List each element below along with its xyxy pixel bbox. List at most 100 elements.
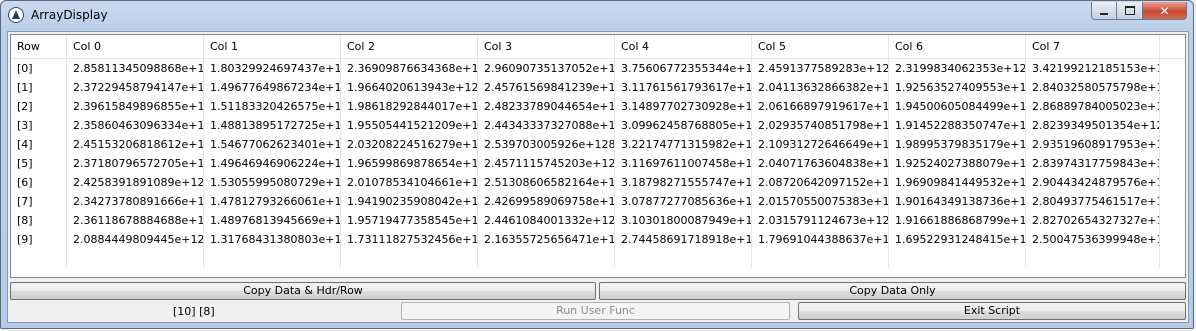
- table-cell: 1.54677062623401e+128: [204, 135, 341, 154]
- table-cell: 2.02935740851798e+128: [752, 116, 889, 135]
- table-cell: 3.10301800087949e+128: [615, 211, 752, 230]
- empty-row: [11, 249, 1185, 268]
- empty-cell: [889, 249, 1026, 268]
- table-cell: 1.96909841449532e+128: [889, 173, 1026, 192]
- column-header[interactable]: Col 3: [478, 35, 615, 58]
- table-cell: 2.96090735137052e+128: [478, 59, 615, 78]
- table-cell: 2.50047536399948e+128: [1026, 230, 1160, 249]
- table-cell: 1.98618292844017e+128: [341, 97, 478, 116]
- table-cell: 1.96599869878654e+128: [341, 154, 478, 173]
- table-cell: 2.44343337327088e+128: [478, 116, 615, 135]
- table-cell: 1.48813895172725e+128: [204, 116, 341, 135]
- table-cell: 2.0884449809445e+128: [67, 230, 204, 249]
- table-cell: 2.39615849896855e+128: [67, 97, 204, 116]
- empty-cell: [478, 249, 615, 268]
- table-cell: 1.48976813945669e+128: [204, 211, 341, 230]
- header-row: Row Col 0 Col 1 Col 2 Col 3 Col 4 Col 5 Col 6 Co…: [11, 35, 1185, 59]
- column-header[interactable]: Col 5: [752, 35, 889, 58]
- table-cell: 1.80329924697437e+128: [204, 59, 341, 78]
- table-cell: 1.53055995080729e+128: [204, 173, 341, 192]
- row-index-cell: [1]: [11, 78, 67, 97]
- row-index-cell: [8]: [11, 211, 67, 230]
- table-cell: 3.11761561793617e+128: [615, 78, 752, 97]
- table-row[interactable]: [8] 2.36118678884688e+128 1.48976813945669…: [11, 211, 1185, 230]
- table-cell: 1.9664020613943e+128: [341, 78, 478, 97]
- table-cell: 3.18798271555747e+128: [615, 173, 752, 192]
- column-header[interactable]: Row: [11, 35, 67, 58]
- exit-script-button[interactable]: Exit Script: [798, 302, 1186, 320]
- table-cell: 3.22174771315982e+128: [615, 135, 752, 154]
- table-cell: 1.69522931248415e+128: [889, 230, 1026, 249]
- column-header[interactable]: Col 6: [889, 35, 1026, 58]
- row-index-cell: [6]: [11, 173, 67, 192]
- caption-buttons: ✕: [1091, 2, 1187, 21]
- column-header[interactable]: Col 4: [615, 35, 752, 58]
- column-header[interactable]: Col 1: [204, 35, 341, 58]
- table-cell: 1.79691044388637e+128: [752, 230, 889, 249]
- table-cell: 3.09962458768805e+128: [615, 116, 752, 135]
- table-cell: 2.06166897919617e+128: [752, 97, 889, 116]
- table-cell: 2.34273780891666e+128: [67, 192, 204, 211]
- close-button[interactable]: ✕: [1143, 2, 1187, 20]
- table-cell: 1.98995379835179e+128: [889, 135, 1026, 154]
- table-row[interactable]: [2] 2.39615849896855e+128 1.51183320426575…: [11, 97, 1185, 116]
- table-cell: 2.82702654327327e+128: [1026, 211, 1160, 230]
- maximize-icon: [1124, 6, 1135, 15]
- table-row[interactable]: [1] 2.37229458794147e+128 1.49677649867234…: [11, 78, 1185, 97]
- empty-cell: [204, 249, 341, 268]
- window-title: ArrayDisplay: [31, 8, 108, 22]
- table-row[interactable]: [7] 2.34273780891666e+128 1.47812793266061…: [11, 192, 1185, 211]
- table-row[interactable]: [0] 2.85811345098868e+128 1.80329924697437…: [11, 59, 1185, 78]
- table-cell: 2.4571115745203e+128: [478, 154, 615, 173]
- minimize-icon: [1100, 12, 1108, 15]
- column-header[interactable]: Col 2: [341, 35, 478, 58]
- table-cell: 2.8239349501354e+128: [1026, 116, 1160, 135]
- table-row[interactable]: [3] 2.35860463096334e+128 1.48813895172725…: [11, 116, 1185, 135]
- copy-data-hdr-row-button[interactable]: Copy Data & Hdr/Row: [10, 282, 596, 300]
- maximize-button[interactable]: [1117, 2, 1143, 20]
- column-header[interactable]: Col 7: [1026, 35, 1160, 58]
- minimize-button[interactable]: [1091, 2, 1117, 20]
- array-display-window: ArrayDisplay ✕ Row Col 0 Col 1 Col 2 Col 3 Co…: [0, 0, 1194, 329]
- table-cell: 1.92524027388079e+128: [889, 154, 1026, 173]
- table-cell: 2.4591377589283e+128: [752, 59, 889, 78]
- table-cell: 2.4461084001332e+128: [478, 211, 615, 230]
- table-cell: 2.01078534104661e+128: [341, 173, 478, 192]
- table-row[interactable]: [9] 2.0884449809445e+128 1.31768431380803e…: [11, 230, 1185, 249]
- table-cell: 1.73111827532456e+128: [341, 230, 478, 249]
- title-bar[interactable]: ArrayDisplay ✕: [1, 1, 1193, 31]
- table-row[interactable]: [4] 2.45153206818612e+128 1.54677062623401…: [11, 135, 1185, 154]
- table-cell: 2.04113632866382e+128: [752, 78, 889, 97]
- table-cell: 1.92563527409553e+128: [889, 78, 1026, 97]
- empty-cell: [11, 249, 67, 268]
- empty-cell: [752, 249, 889, 268]
- table-cell: 2.93519608917953e+128: [1026, 135, 1160, 154]
- empty-cell: [341, 249, 478, 268]
- table-cell: 2.80493775461517e+128: [1026, 192, 1160, 211]
- array-dimensions-label: [10] [8]: [173, 305, 215, 318]
- table-cell: 2.42699589069758e+128: [478, 192, 615, 211]
- empty-cell: [615, 249, 752, 268]
- empty-cell: [67, 249, 204, 268]
- table-cell: 2.84032580575798e+128: [1026, 78, 1160, 97]
- table-cell: 2.04071763604838e+128: [752, 154, 889, 173]
- table-cell: 1.91452288350747e+128: [889, 116, 1026, 135]
- copy-data-only-button[interactable]: Copy Data Only: [599, 282, 1186, 300]
- table-row[interactable]: [6] 2.4258391891089e+128 1.53055995080729e…: [11, 173, 1185, 192]
- table-cell: 1.95719477358545e+128: [341, 211, 478, 230]
- table-row[interactable]: [5] 2.37180796572705e+128 1.49646946906224…: [11, 154, 1185, 173]
- row-index-cell: [7]: [11, 192, 67, 211]
- table-cell: 2.539703005926e+128: [478, 135, 615, 154]
- table-cell: 2.48233789044654e+128: [478, 97, 615, 116]
- table-cell: 3.42199212185153e+128: [1026, 59, 1160, 78]
- table-cell: 2.4258391891089e+128: [67, 173, 204, 192]
- autoit-app-icon: [8, 7, 24, 23]
- table-cell: 2.03208224516279e+128: [341, 135, 478, 154]
- table-cell: 2.45153206818612e+128: [67, 135, 204, 154]
- table-cell: 2.16355725656471e+128: [478, 230, 615, 249]
- table-cell: 1.31768431380803e+128: [204, 230, 341, 249]
- column-header[interactable]: Col 0: [67, 35, 204, 58]
- table-cell: 2.86889784005023e+128: [1026, 97, 1160, 116]
- array-listview[interactable]: Row Col 0 Col 1 Col 2 Col 3 Col 4 Col 5 Col 6 Co…: [10, 34, 1186, 278]
- table-cell: 1.51183320426575e+128: [204, 97, 341, 116]
